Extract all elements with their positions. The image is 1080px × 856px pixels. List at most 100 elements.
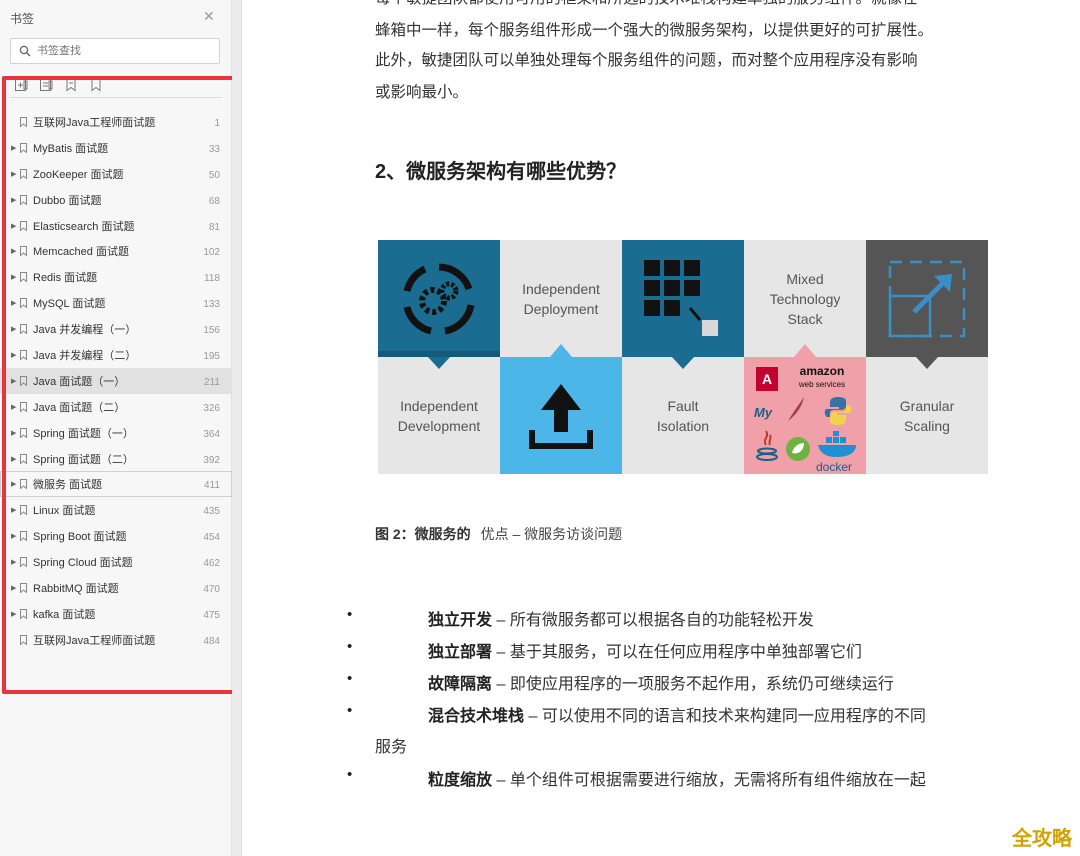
bookmark-item[interactable]: ▶ Spring 面试题（一） 364 [0,420,232,446]
expand-caret-icon[interactable]: ▶ [11,351,16,359]
expand-caret-icon[interactable]: ▶ [11,455,16,463]
bookmark-page-number: 195 [203,351,220,363]
bookmark-label: Memcached 面试题 [33,246,129,259]
bookmark-item[interactable]: ▶ Redis 面试题 118 [0,264,232,290]
bookmark-icon [20,194,27,205]
bullet-desc: – 可以使用不同的语言和技术来构建同一应用程序的不同 [528,708,926,725]
bookmark-item[interactable]: ▶ Spring Cloud 面试题 462 [0,549,232,575]
bullet-term: 故障隔离 [428,676,493,693]
bookmark-item[interactable]: 互联网Java工程师面试题 1 [0,109,232,135]
expand-caret-icon[interactable]: ▶ [11,584,16,592]
intro-line: 每个敏捷团队都使用可用的框架和所选的技术堆栈构建单独的服务组件。就像在 [375,0,918,15]
bookmark-item[interactable]: ▶ Java 并发编程（一） 156 [0,316,232,342]
expand-caret-icon[interactable]: ▶ [11,558,16,566]
expand-caret-icon[interactable]: ▶ [11,247,16,255]
bookmark-label: MySQL 面试题 [33,298,106,311]
bullet-item: 混合技术堆栈 – 可以使用不同的语言和技术来构建同一应用程序的不同 [428,702,926,726]
expand-caret-icon[interactable]: ▶ [11,506,16,514]
bookmark-icon [20,531,27,542]
bookmark-page-number: 364 [203,428,220,440]
expand-caret-icon[interactable]: ▶ [11,170,16,178]
bookmark-item[interactable]: ▶ Memcached 面试题 102 [0,238,232,264]
figure-notches [428,344,938,369]
bookmark-item[interactable]: ▶ Java 面试题（一） 211 [0,367,232,394]
bookmark-item[interactable]: ▶ Spring 面试题（二） 392 [0,446,232,472]
intro-line: 或影响最小。 [375,84,469,101]
bookmark-outline-icon[interactable] [89,78,104,92]
bookmark-item[interactable]: ▶ ZooKeeper 面试题 50 [0,161,232,187]
bookmark-item[interactable]: ▶ 微服务 面试题 411 [0,471,232,498]
bookmark-item[interactable]: ▶ Dubbo 面试题 68 [0,187,232,213]
bookmark-item[interactable]: ▶ Linux 面试题 435 [0,497,232,523]
bookmark-item[interactable]: ▶ RabbitMQ 面试题 470 [0,575,232,601]
add-bookmark-icon[interactable] [14,78,29,92]
bookmark-item[interactable]: ▶ Java 并发编程（二） 195 [0,342,232,368]
bookmark-item[interactable]: ▶ Java 面试题（二） 326 [0,394,232,420]
expand-caret-icon[interactable]: ▶ [11,532,16,540]
bookmark-page-number: 68 [208,195,220,207]
bookmark-item[interactable]: 互联网Java工程师面试题 484 [0,627,232,653]
intro-line: 此外，敏捷团队可以单独处理每个服务组件的问题，而对整个应用程序没有影响 [375,52,918,69]
bullet-item: 故障隔离 – 即使应用程序的一项服务不起作用，系统仍可继续运行 [428,670,894,694]
bullet-desc: – 即使应用程序的一项服务不起作用，系统仍可继续运行 [496,676,894,693]
intro-line: 蜂箱中一样，每个服务组件形成一个强大的微服务架构，以提供更好的可扩展性。 [375,22,934,39]
bookmark-item[interactable]: ▶ Elasticsearch 面试题 81 [0,213,232,239]
bullet-item: 独立开发 – 所有微服务都可以根据各自的功能轻松开发 [428,606,814,630]
bookmark-page-number: 484 [203,635,220,647]
bookmark-label: Redis 面试题 [33,272,98,285]
bookmark-label: Java 并发编程（二） [33,349,137,362]
expand-caret-icon[interactable]: ▶ [11,144,16,152]
bookmark-icon [20,401,27,412]
expand-caret-icon[interactable]: ▶ [11,403,16,411]
bookmark-item[interactable]: ▶ kafka 面试题 475 [0,601,232,627]
close-icon[interactable]: ✕ [203,8,215,25]
bookmark-icon [20,583,27,594]
expand-caret-icon[interactable]: ▶ [11,480,16,488]
expand-caret-icon[interactable]: ▶ [11,429,16,437]
bullet-dot: • [347,606,353,623]
search-icon [19,45,31,57]
expand-caret-icon[interactable]: ▶ [11,325,16,333]
expand-caret-icon[interactable]: ▶ [11,273,16,281]
expand-caret-icon[interactable]: ▶ [11,610,16,618]
bookmark-page-number: 156 [203,325,220,337]
bookmark-search-box[interactable] [10,38,220,64]
expand-all-icon[interactable] [39,78,54,92]
bookmark-toolbar [14,78,104,92]
bookmark-item[interactable]: ▶ MySQL 面试题 133 [0,290,232,316]
expand-caret-icon[interactable]: ▶ [11,377,16,385]
bookmark-icon [20,557,27,568]
bookmark-label: Java 并发编程（一） [33,324,137,337]
bookmark-label: 互联网Java工程师面试题 [33,116,156,129]
bookmark-icon [20,634,27,645]
bullet-desc: – 单个组件可根据需要进行缩放，无需将所有组件缩放在一起 [496,772,926,789]
expand-caret-icon[interactable]: ▶ [11,196,16,204]
bookmark-page-number: 326 [203,402,220,414]
bookmark-icon [20,375,27,386]
bookmark-label: Java 面试题（一） [33,375,126,388]
bookmark-page-number: 454 [203,532,220,544]
watermark-logo: 全攻略 [1012,828,1072,850]
bookmark-item[interactable]: ▶ MyBatis 面试题 33 [0,135,232,161]
bookmark-icon [20,479,27,490]
figure-caption: 图 2：微服务的 优点 – 微服务访谈问题 [375,524,622,544]
bookmark-icon [20,427,27,438]
bookmark-search-input[interactable] [37,45,207,57]
bookmarks-panel: 书签 ✕ 互联网Java工程师面试题 1 ▶ MyBatis 面试题 33 ▶ ZooKee… [0,0,232,856]
bookmark-item[interactable]: ▶ Spring Boot 面试题 454 [0,523,232,549]
microservices-benefits-figure: Independent Deployment Mixed Technology … [378,240,988,474]
bookmark-icon[interactable] [64,78,79,92]
bookmark-page-number: 118 [204,273,220,285]
bookmark-label: Spring 面试题（二） [33,453,134,466]
expand-caret-icon[interactable]: ▶ [11,299,16,307]
bullet-term: 粒度缩放 [428,772,493,789]
bullet-continuation: 服务 [375,739,408,756]
bookmark-page-number: 462 [203,558,220,570]
bookmark-page-number: 1 [214,118,220,129]
expand-caret-icon[interactable]: ▶ [11,222,16,230]
panel-splitter[interactable] [232,0,242,856]
bookmark-label: RabbitMQ 面试题 [33,582,119,595]
bookmark-page-number: 50 [208,169,220,181]
bookmark-label: Dubbo 面试题 [33,194,102,207]
bookmark-label: Spring Boot 面试题 [33,531,127,544]
